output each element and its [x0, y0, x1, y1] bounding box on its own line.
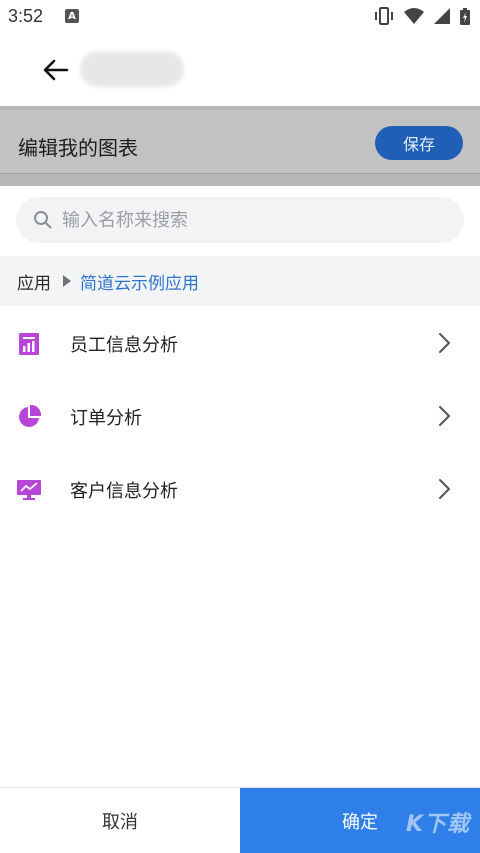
search-box	[16, 197, 464, 243]
breadcrumb: 应用 简道云示例应用	[0, 256, 480, 306]
status-time: 3:52	[8, 5, 44, 26]
status-bar: 3:52 A	[0, 0, 480, 32]
chart-list: 员工信息分析 订单分析 客户信息分析	[0, 307, 480, 526]
monitor-chart-icon	[17, 480, 41, 500]
search-icon	[34, 211, 52, 229]
status-icons	[374, 7, 470, 25]
bottom-action-bar: 取消 确定 K下载	[0, 787, 480, 853]
notification-icon: A	[65, 9, 80, 23]
blurred-title	[80, 51, 184, 87]
chevron-right-icon	[439, 333, 450, 353]
vibrate-icon	[375, 7, 393, 25]
list-item-label: 订单分析	[70, 408, 142, 429]
breadcrumb-root[interactable]: 应用	[17, 269, 51, 294]
bar-chart-icon	[19, 333, 39, 355]
signal-icon	[434, 8, 450, 24]
app-header	[0, 32, 480, 106]
search-input[interactable]	[62, 197, 452, 243]
breadcrumb-arrow-icon	[63, 275, 71, 287]
battery-icon	[460, 7, 470, 25]
edit-bar-inner: 编辑我的图表 保存	[0, 110, 480, 174]
list-item-employee-analysis[interactable]: 员工信息分析	[0, 307, 480, 380]
list-item-order-analysis[interactable]: 订单分析	[0, 380, 480, 453]
confirm-button[interactable]: 确定 K下载	[240, 788, 480, 853]
breadcrumb-current[interactable]: 简道云示例应用	[80, 269, 199, 294]
save-button[interactable]: 保存	[375, 126, 463, 160]
chevron-right-icon	[439, 406, 450, 426]
watermark: K下载	[405, 812, 470, 837]
list-item-label: 员工信息分析	[70, 335, 178, 356]
confirm-button-label: 确定	[342, 812, 378, 833]
cancel-button[interactable]: 取消	[0, 788, 240, 853]
edit-bar-title: 编辑我的图表	[18, 136, 138, 160]
back-button[interactable]	[40, 54, 72, 86]
wifi-icon	[404, 8, 424, 24]
pie-chart-icon	[19, 405, 41, 427]
edit-bar: 编辑我的图表 保存	[0, 106, 480, 186]
list-item-label: 客户信息分析	[70, 481, 178, 502]
arrow-left-icon	[43, 59, 69, 81]
list-item-customer-analysis[interactable]: 客户信息分析	[0, 453, 480, 526]
chevron-right-icon	[439, 479, 450, 499]
